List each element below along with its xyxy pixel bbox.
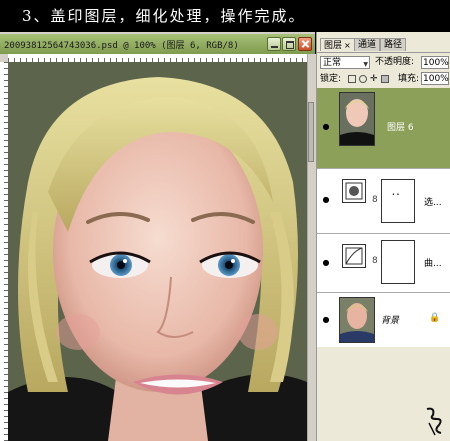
document-window: 20093812564743036.psd @ 100% (图层 6, RGB/… [0,32,316,441]
blend-mode-value: 正常 [323,58,342,68]
blend-mode-select[interactable]: 正常 ▼ [320,56,370,69]
tab-layers-label: 图层 [324,41,343,51]
eye-icon[interactable]: ● [319,256,333,270]
layer-name: 曲... [424,259,442,269]
banner-text: 3、盖印图层，细化处理，操作完成。 [22,7,306,25]
tab-channels-label: 通道 [358,40,377,50]
layer-row[interactable]: ● 8 • • 选... [317,169,450,234]
tab-layers[interactable]: 图层 × [320,38,355,51]
link-icon[interactable]: 8 [372,256,378,266]
layer-name: 选... [424,198,442,208]
opacity-input[interactable]: 100% [421,56,449,69]
fill-input[interactable]: 100% [421,72,449,85]
tab-channels[interactable]: 通道 [354,38,381,51]
layer-row[interactable]: ● 背景 🔒 [317,293,450,348]
minimize-button[interactable] [267,37,281,51]
fill-label: 填充: [398,74,420,84]
document-title: 20093812564743036.psd @ 100% (图层 6, RGB/… [4,41,239,51]
tutorial-banner: 3、盖印图层，细化处理，操作完成。 [0,0,450,32]
chevron-down-icon: ▼ [363,61,368,68]
portrait-photo [8,62,307,441]
lock-icon: 🔒 [429,313,441,323]
link-icon[interactable]: 8 [372,195,378,205]
layer-thumbnail [339,92,375,146]
layer-name: 图层 6 [387,123,414,133]
scrollbar-thumb[interactable] [308,102,314,162]
eye-icon[interactable]: ● [319,193,333,207]
lock-image-icon[interactable] [359,75,367,83]
layers-panel: 图层 × 通道 路径 正常 ▼ 不透明度: 100% 锁定: ✛ 填充: 100%… [316,32,450,441]
opacity-label: 不透明度: [375,57,415,67]
thumbnail-image [340,93,374,145]
eye-icon[interactable]: ● [319,120,333,134]
signature-mark [426,407,442,436]
eye-icon[interactable]: ● [319,313,333,327]
layer-name: 背景 [381,316,400,326]
lock-all-icon[interactable] [381,75,389,83]
tab-close-icon[interactable]: × [344,41,351,50]
lock-label: 锁定: [320,74,342,84]
lock-position-icon[interactable]: ✛ [370,75,378,84]
layer-mask-thumbnail [381,240,415,284]
tab-paths[interactable]: 路径 [380,38,407,51]
tab-paths-label: 路径 [384,40,403,50]
lock-transparent-icon[interactable] [348,75,356,83]
layer-mask-thumbnail: • • [381,179,415,223]
layer-row[interactable]: ● 图层 6 [317,88,450,169]
thumbnail-image [340,298,374,342]
close-button[interactable] [298,37,312,51]
layer-thumbnail [339,297,375,343]
maximize-button[interactable] [282,37,296,51]
selective-color-icon [342,179,366,203]
image-canvas[interactable] [8,62,307,441]
curves-icon [342,244,366,268]
lock-row: 锁定: ✛ 填充: 100% [320,72,450,86]
layer-row[interactable]: ● 8 曲... [317,234,450,293]
panel-tabs: 图层 × 通道 路径 [317,36,450,53]
document-titlebar[interactable]: 20093812564743036.psd @ 100% (图层 6, RGB/… [0,34,315,54]
